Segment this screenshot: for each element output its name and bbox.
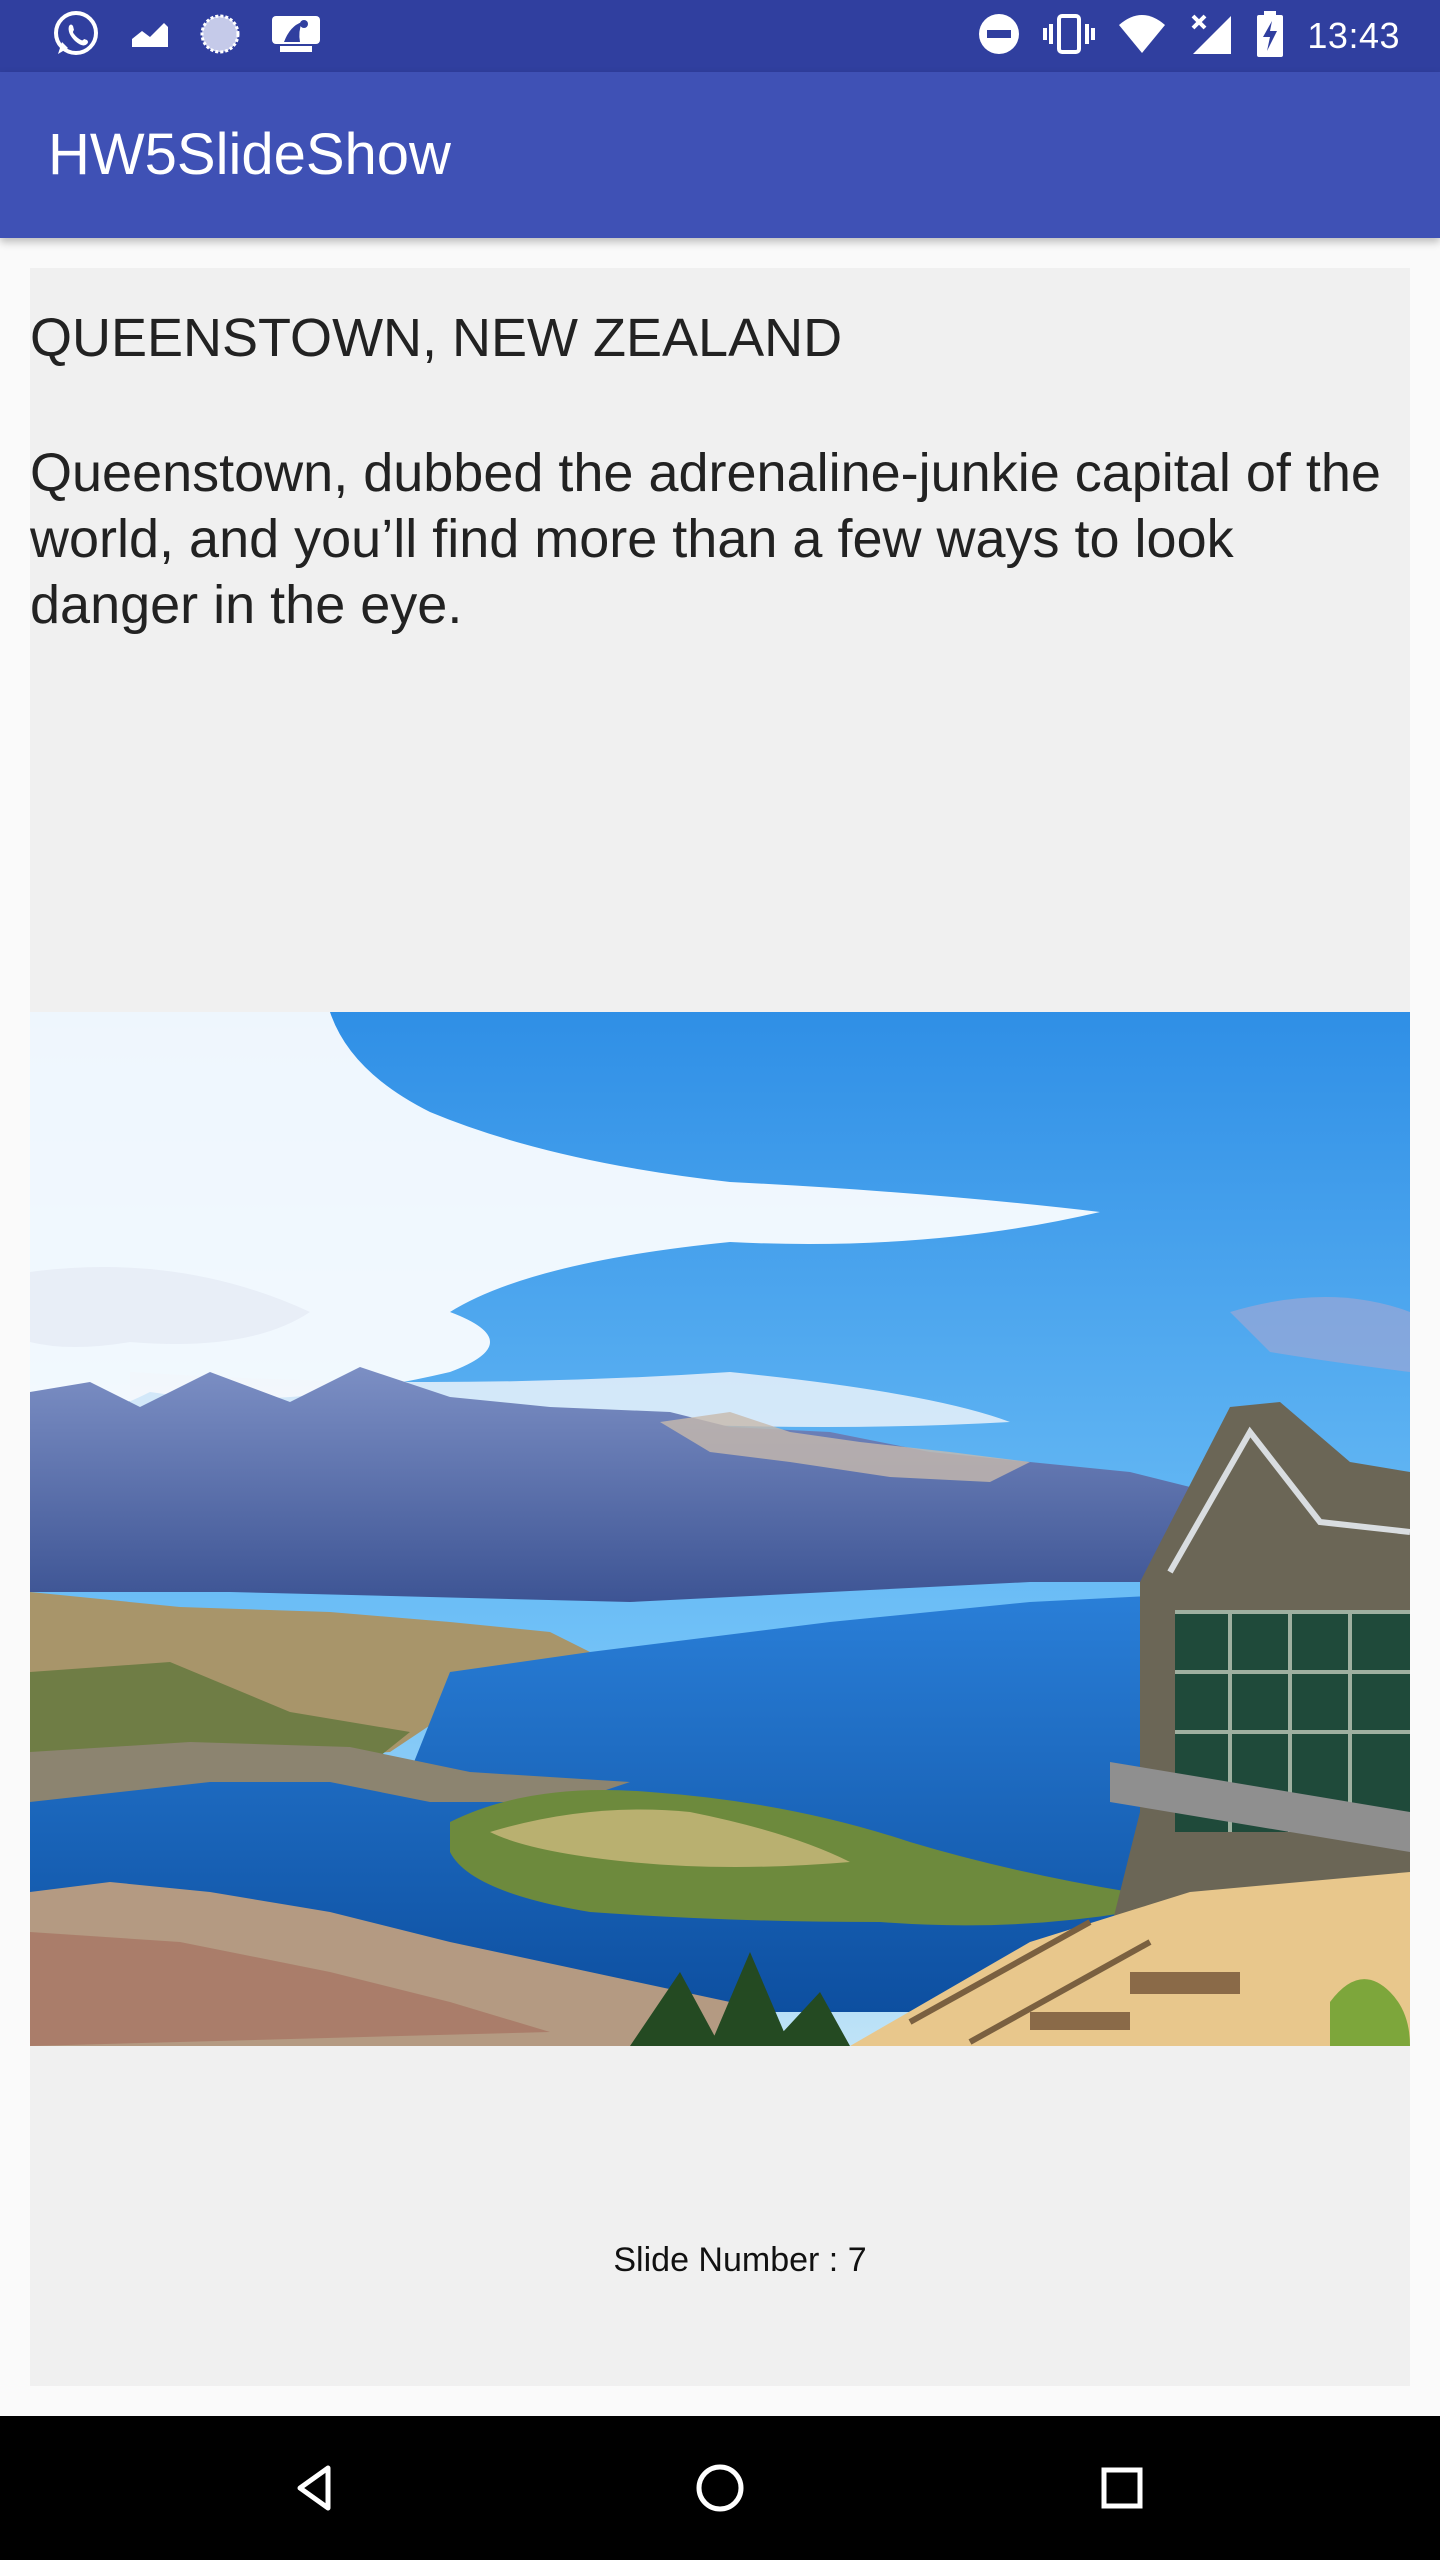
chart-icon [130,19,170,54]
wifi-icon [1117,13,1167,60]
whatsapp-icon [50,8,102,65]
app-title: HW5SlideShow [48,122,451,187]
back-icon [286,2465,346,2522]
do-not-disturb-icon [977,12,1021,61]
slide-description: Queenstown, dubbed the adrenaline-junkie… [30,443,1381,635]
vibrate-icon [1043,12,1096,61]
back-button[interactable] [286,2458,346,2518]
recents-icon [1092,2467,1152,2522]
home-icon [690,2464,750,2522]
home-button[interactable] [690,2458,750,2518]
mlb-icon [270,14,322,59]
slide-image [30,1012,1410,2046]
recents-button[interactable] [1092,2458,1152,2518]
loading-icon [198,12,242,61]
slide-title: QUEENSTOWN, NEW ZEALAND [30,308,843,368]
battery-charging-icon [1255,10,1285,62]
no-signal-icon [1189,12,1233,61]
status-bar: 13:43 [0,0,1440,72]
system-icons: 13:43 [977,10,1400,62]
slide-panel: QUEENSTOWN, NEW ZEALAND Queenstown, dubb… [30,268,1410,2386]
notification-icons [50,10,322,61]
app-bar: HW5SlideShow [0,72,1440,238]
navigation-bar [0,2416,1440,2560]
clock: 13:43 [1307,15,1400,56]
slide-number-label: Slide Number : 7 [613,2240,867,2279]
